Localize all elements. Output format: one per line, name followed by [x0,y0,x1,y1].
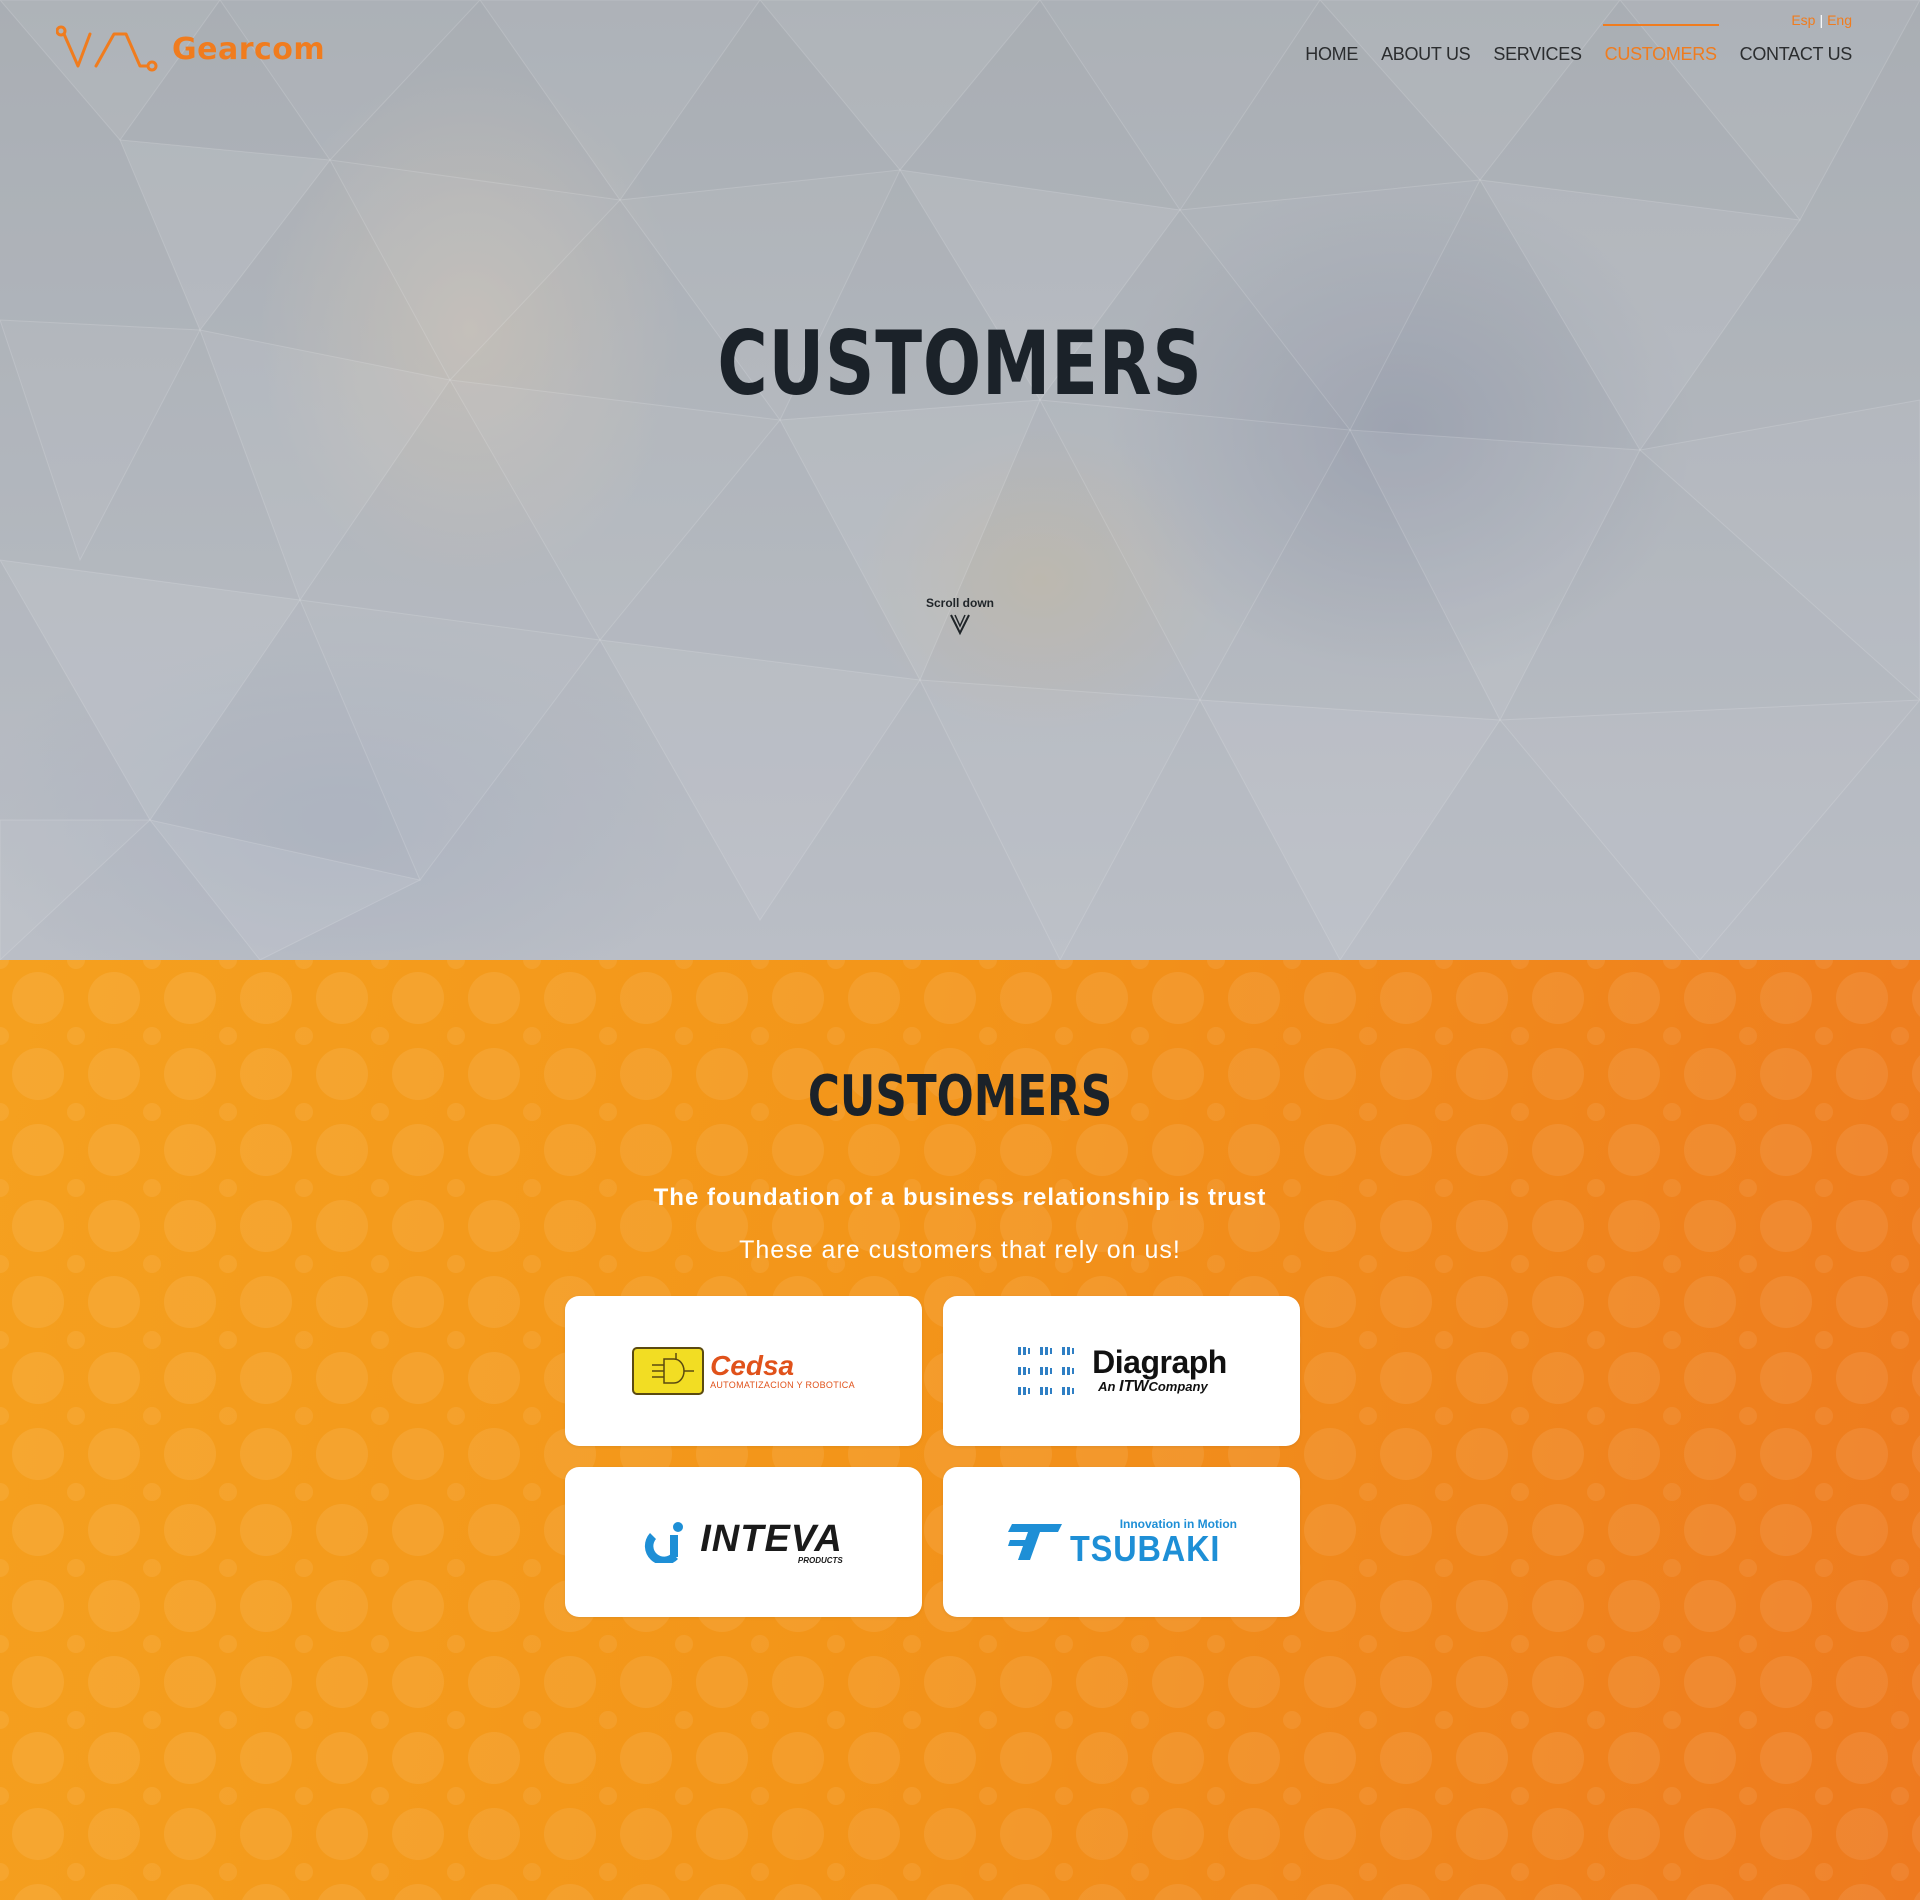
inteva-logo: INTEVA PRODUCTS [644,1520,843,1565]
diagraph-logo-icon [1018,1347,1075,1395]
lang-eng-link[interactable]: Eng [1827,12,1852,28]
nav-item-about-us[interactable]: ABOUT US [1381,42,1471,65]
gearcom-logo-icon [56,25,158,72]
cedsa-logo-icon [632,1347,705,1395]
lang-esp-link[interactable]: Esp [1791,12,1815,28]
main-nav: HOME ABOUT US SERVICES CUSTOMERS CONTACT… [1305,24,1853,65]
section-subtitle: The foundation of a business relationshi… [653,1184,1267,1211]
inteva-logo-icon [645,1522,684,1563]
lang-separator: | [1819,12,1824,28]
diagraph-tagline: An ITWCompany [1098,1378,1227,1396]
tsubaki-logo: Innovation in Motion TSUBAKI [1006,1517,1237,1567]
nav-item-contact-us[interactable]: CONTACT US [1740,42,1853,65]
hero-overlay [0,0,1920,960]
brand-name: Gearcom [172,31,326,67]
customer-card-diagraph[interactable]: Diagraph An ITWCompany [943,1296,1300,1446]
brand-logo[interactable]: Gearcom [56,22,325,76]
tsubaki-logo-icon [1008,1524,1062,1560]
customer-logo-grid: Cedsa AUTOMATIZACION Y ROBOTICA Diagraph… [565,1296,1301,1617]
nav-item-home[interactable]: HOME [1305,42,1358,65]
section-tagline: These are customers that rely on us! [739,1236,1181,1264]
customers-section: CUSTOMERS The foundation of a business r… [0,960,1920,1900]
nav-item-services[interactable]: SERVICES [1493,42,1582,65]
hero-section: Gearcom Esp | Eng HOME ABOUT US SERVICES C… [0,0,1920,960]
diagraph-tagline-prefix: An [1098,1379,1116,1394]
inteva-name: INTEVA [700,1517,843,1560]
customer-card-tsubaki[interactable]: Innovation in Motion TSUBAKI [943,1467,1300,1617]
language-switcher: Esp | Eng [1791,12,1852,28]
diagraph-name: Diagraph [1092,1344,1227,1380]
diagraph-tagline-suffix: Company [1148,1379,1208,1394]
customer-card-cedsa[interactable]: Cedsa AUTOMATIZACION Y ROBOTICA [565,1296,922,1446]
nav-item-customers[interactable]: CUSTOMERS [1602,24,1719,65]
cedsa-tagline: AUTOMATIZACION Y ROBOTICA [710,1380,855,1390]
scroll-down-button[interactable]: Scroll down [910,596,1010,636]
cedsa-name: Cedsa [710,1350,795,1381]
chevron-down-icon [950,614,970,636]
cedsa-logo: Cedsa AUTOMATIZACION Y ROBOTICA [632,1347,855,1395]
scroll-down-label: Scroll down [925,596,994,610]
diagraph-logo: Diagraph An ITWCompany [1016,1341,1227,1401]
section-title: CUSTOMERS [807,1064,1113,1129]
diagraph-tagline-brand: ITW [1119,1378,1149,1395]
tsubaki-name: TSUBAKI [1070,1528,1221,1569]
hero-title: CUSTOMERS [717,312,1203,415]
customer-card-inteva[interactable]: INTEVA PRODUCTS [565,1467,922,1617]
